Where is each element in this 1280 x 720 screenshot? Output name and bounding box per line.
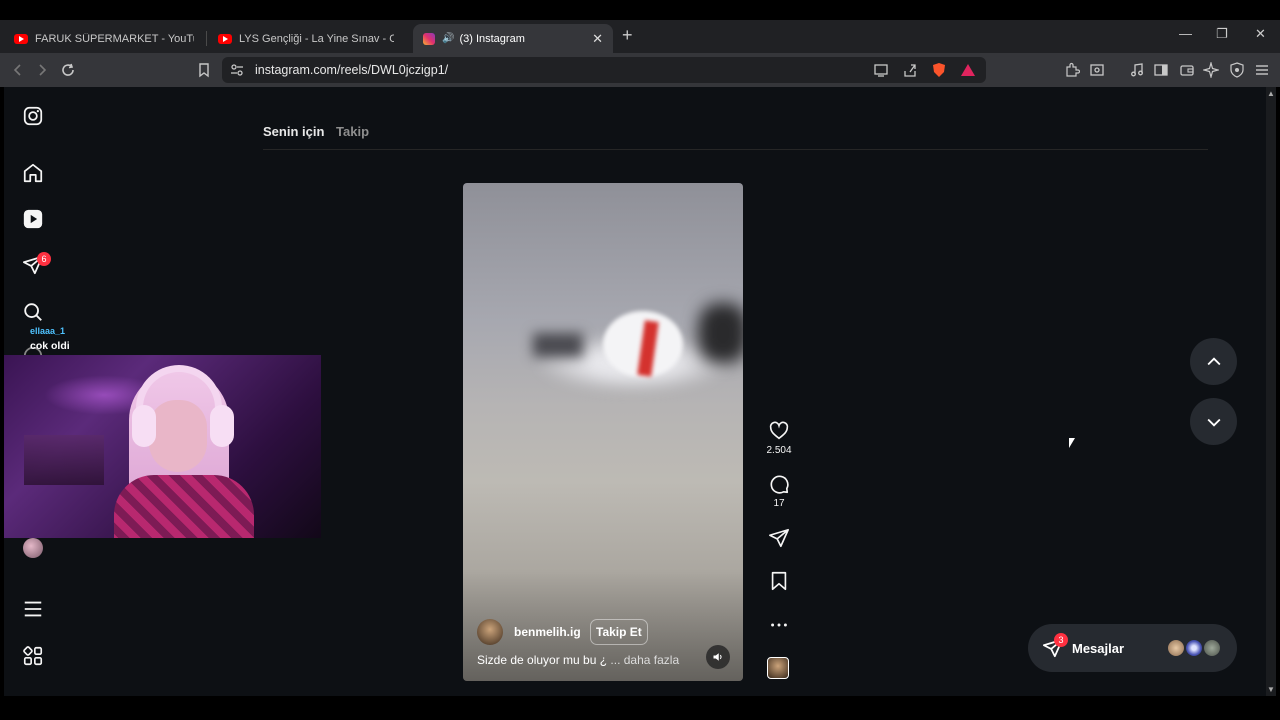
feed-tabs: Senin için Takip — [263, 124, 377, 139]
chevron-up-icon — [1207, 356, 1220, 365]
scroll-down-arrow[interactable]: ▼ — [1267, 685, 1275, 694]
tab-following[interactable]: Takip — [336, 124, 369, 139]
wallet-icon[interactable] — [1178, 61, 1196, 79]
url-text[interactable]: instagram.com/reels/DWL0jczigp1/ — [255, 63, 448, 77]
site-settings-icon[interactable] — [228, 61, 246, 79]
reel-video[interactable] — [463, 183, 743, 681]
close-icon[interactable]: ✕ — [592, 31, 603, 47]
minimize-button[interactable]: — — [1179, 26, 1192, 41]
window-close-button[interactable]: ✕ — [1255, 26, 1266, 42]
vpn-icon[interactable] — [1228, 61, 1246, 79]
previous-reel-button[interactable] — [1190, 338, 1237, 385]
more-link[interactable]: ... daha fazla — [610, 653, 679, 667]
tab-youtube-1[interactable]: FARUK SÜPERMARKET - YouTube — [4, 24, 204, 53]
comment-button[interactable]: 17 — [764, 473, 794, 509]
screenshot-icon[interactable] — [1088, 61, 1106, 79]
reel-caption: Sizde de oluyor mu bu ¿ ... daha fazla — [477, 653, 679, 667]
ellipsis-icon — [771, 623, 787, 627]
home-icon[interactable] — [22, 162, 44, 184]
brave-shield-icon[interactable] — [930, 61, 948, 79]
mute-button[interactable] — [706, 645, 730, 669]
youtube-icon — [14, 33, 28, 44]
instagram-page: 6 ellaaa_1 cok oldi Senin için Takip ben… — [4, 87, 1266, 696]
reels-icon[interactable] — [22, 208, 44, 230]
sidebar-toggle-icon[interactable] — [1152, 61, 1170, 79]
like-button[interactable]: 2.504 — [764, 420, 794, 456]
streamer-clothing — [114, 475, 254, 538]
browser-toolbar: instagram.com/reels/DWL0jczigp1/ — [0, 53, 1280, 87]
like-count: 2.504 — [766, 445, 792, 456]
youtube-icon — [218, 33, 232, 44]
chat-username: ellaaa_1 — [30, 326, 66, 336]
chat-message: cok oldi — [30, 340, 70, 352]
heart-icon — [769, 421, 789, 440]
tab-separator — [206, 31, 207, 46]
chevron-down-icon — [1207, 418, 1220, 427]
profile-avatar[interactable] — [23, 538, 43, 558]
back-button[interactable] — [9, 61, 27, 79]
messages-button[interactable]: 3 Mesajlar — [1028, 624, 1237, 672]
share-icon[interactable] — [901, 61, 919, 79]
messages-badge: 3 — [1054, 633, 1068, 647]
tab-for-you[interactable]: Senin için — [263, 124, 324, 139]
caption-text: Sizde de oluyor mu bu ¿ — [477, 653, 608, 667]
brave-rewards-icon[interactable] — [959, 61, 977, 79]
restore-button[interactable]: ❐ — [1216, 26, 1228, 42]
notification-badge: 6 — [37, 252, 51, 266]
tab-title: FARUK SÜPERMARKET - YouTube — [35, 32, 194, 45]
follow-button[interactable]: Takip Et — [590, 619, 648, 645]
cast-icon[interactable] — [872, 61, 890, 79]
scroll-up-arrow[interactable]: ▲ — [1267, 89, 1275, 98]
video-dark-shape — [698, 303, 743, 363]
bookmark-page-button[interactable] — [195, 61, 213, 79]
headphone-right — [210, 405, 234, 447]
paper-plane-icon — [769, 528, 789, 548]
more-options-button[interactable] — [764, 614, 794, 636]
screen-bottom-border — [0, 696, 1280, 720]
feed-divider — [263, 149, 1208, 150]
author-avatar[interactable] — [477, 619, 503, 645]
messages-label: Mesajlar — [1072, 641, 1125, 656]
audio-thumbnail[interactable] — [767, 657, 789, 679]
share-button[interactable] — [764, 527, 794, 549]
address-bar[interactable]: instagram.com/reels/DWL0jczigp1/ — [222, 57, 986, 83]
comment-icon — [770, 475, 789, 494]
screen-top-border — [0, 0, 1280, 20]
bookmark-icon — [771, 571, 787, 591]
menu-icon[interactable] — [1253, 61, 1271, 79]
background-shelf — [24, 435, 104, 485]
speaker-icon[interactable]: 🔊 — [442, 33, 454, 44]
webcam-overlay — [4, 355, 321, 538]
also-from-meta-icon[interactable] — [22, 645, 44, 667]
contact-avatar — [1184, 638, 1204, 658]
page-scrollbar[interactable]: ▲ ▼ — [1266, 87, 1276, 696]
instagram-icon — [423, 32, 435, 45]
new-tab-button[interactable]: + — [622, 25, 633, 46]
author-username[interactable]: benmelih.ig — [514, 625, 581, 639]
tab-instagram[interactable]: 🔊 (3) Instagram ✕ — [413, 24, 613, 53]
contact-avatar — [1166, 638, 1186, 658]
contact-avatar — [1202, 638, 1222, 658]
media-music-icon[interactable] — [1128, 61, 1146, 79]
next-reel-button[interactable] — [1190, 398, 1237, 445]
speaker-icon — [713, 653, 722, 661]
extensions-icon[interactable] — [1063, 61, 1081, 79]
more-menu-icon[interactable] — [22, 598, 44, 620]
tab-strip: FARUK SÜPERMARKET - YouTube LYS Gençliği… — [0, 20, 1280, 53]
comment-count: 17 — [773, 498, 785, 509]
leo-ai-icon[interactable] — [1202, 61, 1220, 79]
video-object — [533, 333, 583, 357]
tab-youtube-2[interactable]: LYS Gençliği - La Yine Sınav - Okuyorı — [208, 24, 404, 53]
forward-button[interactable] — [33, 61, 51, 79]
tab-title: (3) Instagram — [459, 32, 525, 45]
headphone-left — [132, 405, 156, 447]
reload-button[interactable] — [59, 61, 77, 79]
search-icon[interactable] — [22, 301, 44, 323]
mouse-cursor — [1069, 438, 1075, 448]
save-button[interactable] — [764, 570, 794, 592]
instagram-icon[interactable] — [22, 105, 44, 127]
tab-title: LYS Gençliği - La Yine Sınav - Okuyorı — [239, 32, 394, 45]
